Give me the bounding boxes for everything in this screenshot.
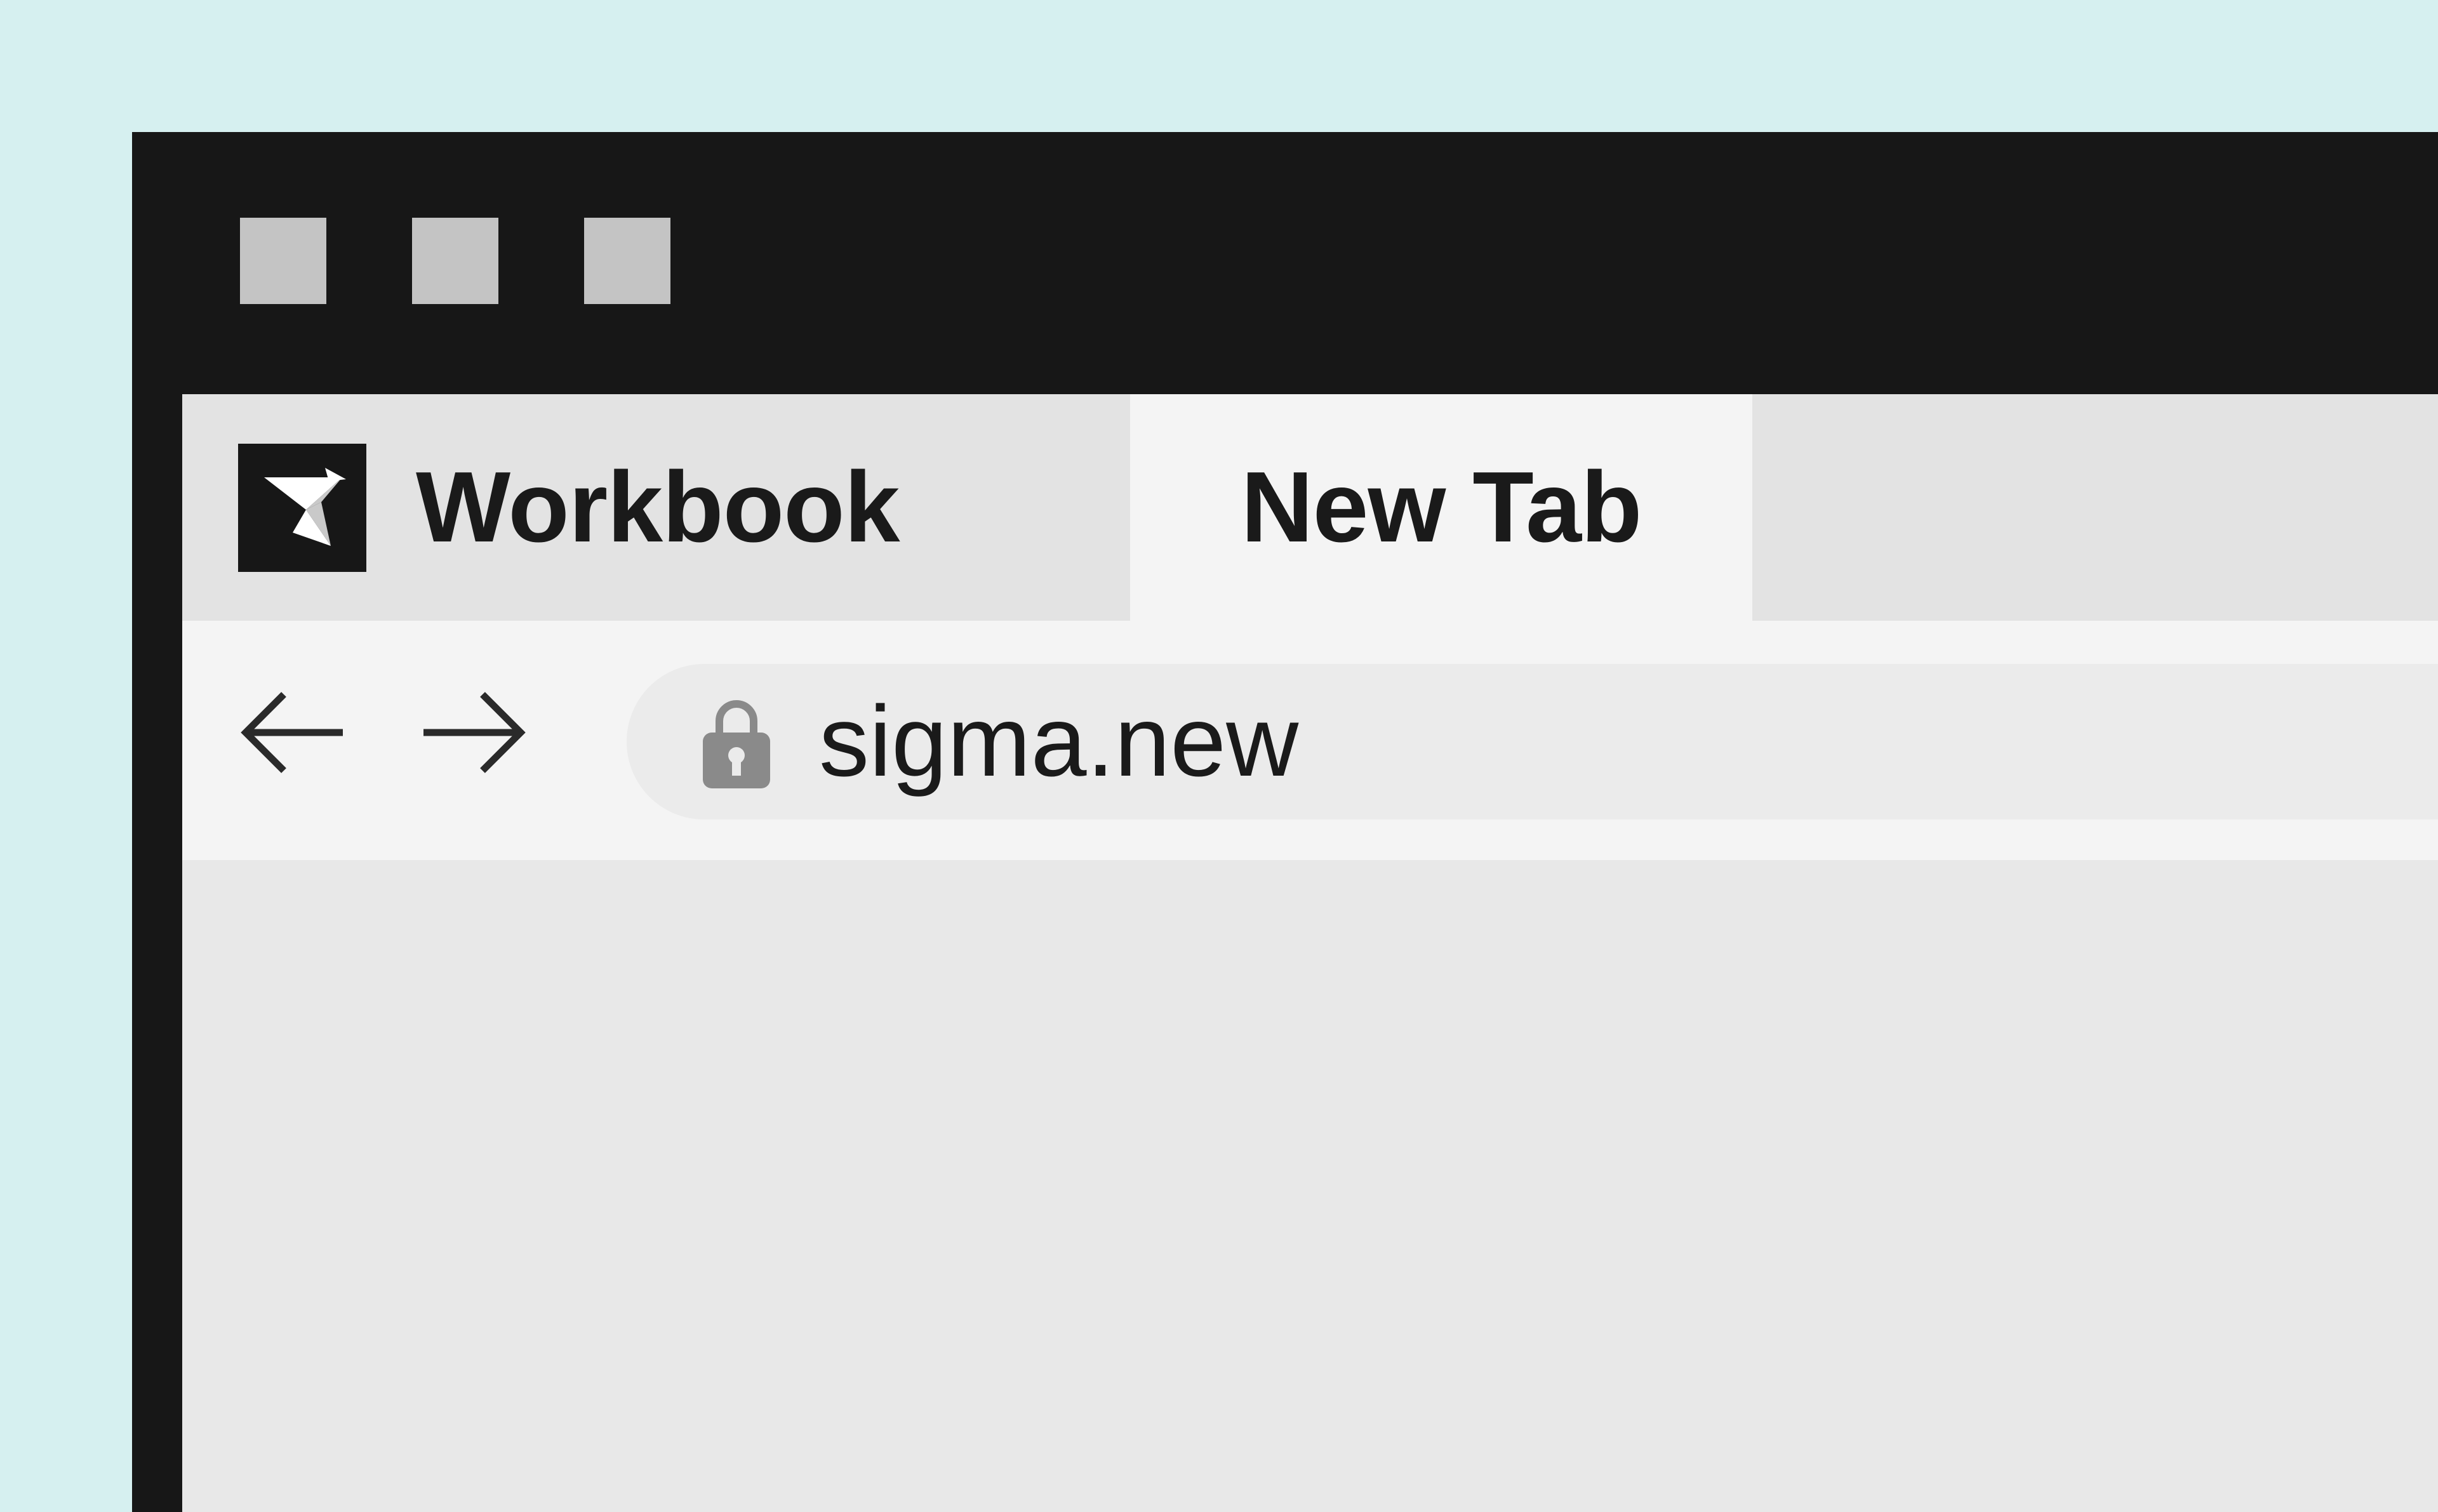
page-content-area bbox=[182, 860, 2438, 1512]
tab-label: Workbook bbox=[416, 451, 900, 563]
browser-toolbar: sigma.new bbox=[182, 621, 2438, 860]
window-control-button-3[interactable] bbox=[584, 218, 670, 304]
browser-window: Workbook New Tab sigma.new bbox=[132, 132, 2438, 1512]
forward-button[interactable] bbox=[420, 689, 528, 778]
url-text: sigma.new bbox=[819, 686, 1299, 797]
tab-new-tab[interactable]: New Tab bbox=[1130, 394, 1752, 621]
lock-icon bbox=[702, 694, 771, 790]
tab-label: New Tab bbox=[1241, 451, 1642, 563]
window-control-button-1[interactable] bbox=[240, 218, 326, 304]
back-button[interactable] bbox=[238, 689, 346, 778]
address-bar[interactable]: sigma.new bbox=[627, 664, 2438, 819]
tab-workbook[interactable]: Workbook bbox=[182, 394, 1130, 621]
arrow-right-icon bbox=[420, 688, 528, 780]
window-controls bbox=[240, 218, 670, 304]
window-control-button-2[interactable] bbox=[412, 218, 498, 304]
sigma-logo-icon bbox=[238, 443, 366, 572]
arrow-left-icon bbox=[238, 688, 346, 780]
tab-strip: Workbook New Tab bbox=[182, 394, 2438, 621]
